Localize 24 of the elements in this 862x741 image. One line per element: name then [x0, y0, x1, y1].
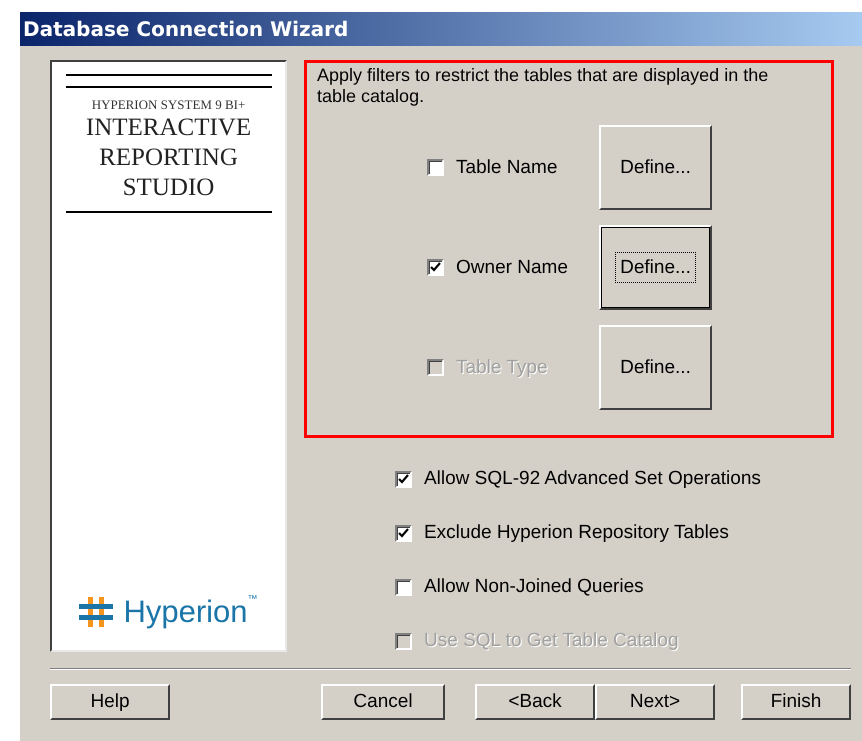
hash-logo-icon — [79, 597, 114, 627]
wizard-button[interactable]: Help — [50, 684, 170, 720]
wizard-button[interactable]: Finish — [741, 684, 851, 720]
product-name-line: REPORTING — [99, 143, 238, 173]
trademark-sign: ™ — [248, 594, 258, 605]
checkmark-icon — [397, 526, 410, 540]
define-button[interactable]: Define... — [599, 225, 712, 310]
define-button[interactable]: Define... — [599, 125, 712, 210]
wizard-button[interactable]: <Back — [475, 684, 595, 720]
window-title: Database Connection Wizard — [23, 17, 348, 41]
logo-subtitle: HYPERION SYSTEM 9 BI+ — [92, 97, 246, 113]
product-name-line: INTERACTIVE — [86, 113, 252, 143]
option-checkbox[interactable]: Allow Non-Joined Queries — [395, 576, 834, 598]
product-name-line: STUDIO — [122, 173, 214, 203]
checkmark-icon — [429, 261, 442, 274]
wizard-button[interactable]: Cancel — [321, 684, 445, 720]
wizard-button[interactable]: Next> — [595, 684, 715, 720]
filters-description: Apply filters to restrict the tables that are displayed in the table catalog. — [317, 65, 770, 107]
option-checkbox[interactable]: Exclude Hyperion Repository Tables — [395, 522, 834, 544]
checkmark-icon — [397, 472, 410, 486]
filter-checkbox[interactable]: Owner Name — [427, 256, 599, 278]
option-checkbox[interactable]: Allow SQL-92 Advanced Set Operations — [395, 468, 834, 490]
filter-checkbox[interactable]: Table Name — [427, 156, 599, 178]
brand-name: Hyperion — [123, 594, 248, 630]
